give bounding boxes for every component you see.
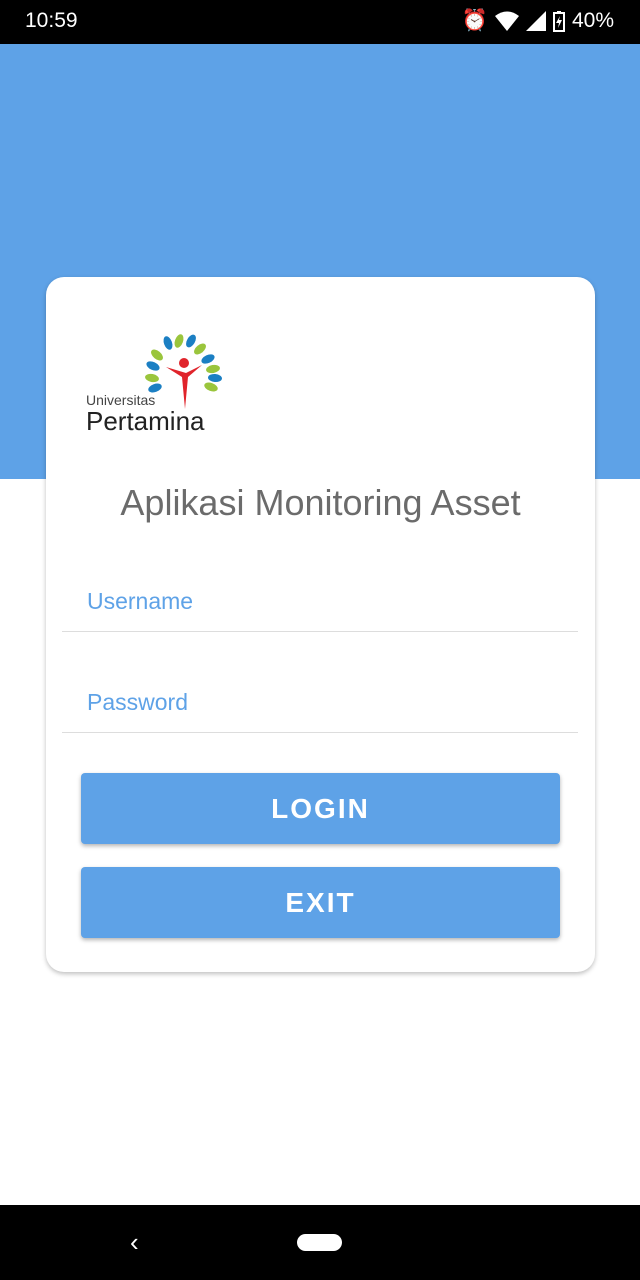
login-card: Universitas Pertamina Aplikasi Monitorin… <box>46 277 595 972</box>
username-field[interactable] <box>62 572 578 632</box>
exit-button[interactable]: EXIT <box>81 867 560 938</box>
password-input[interactable] <box>62 673 578 732</box>
username-input[interactable] <box>62 572 578 631</box>
navigation-bar: ‹ <box>0 1205 640 1280</box>
battery-level: 40% <box>571 9 614 32</box>
home-pill[interactable] <box>297 1234 342 1251</box>
battery-charging-icon <box>552 10 565 32</box>
wifi-icon <box>494 11 519 31</box>
back-icon[interactable]: ‹ <box>130 1227 139 1258</box>
app-title: Aplikasi Monitoring Asset <box>120 482 521 523</box>
universitas-pertamina-logo: Universitas Pertamina <box>86 334 222 436</box>
clock: 10:59 <box>25 9 78 32</box>
signal-icon <box>525 11 546 31</box>
login-button[interactable]: LOGIN <box>81 773 560 844</box>
password-field[interactable] <box>62 673 578 733</box>
logo-text-pertamina: Pertamina <box>86 406 205 436</box>
alarm-icon: ⏰ <box>461 9 488 32</box>
status-bar: 10:59 ⏰ 40% <box>0 0 640 44</box>
